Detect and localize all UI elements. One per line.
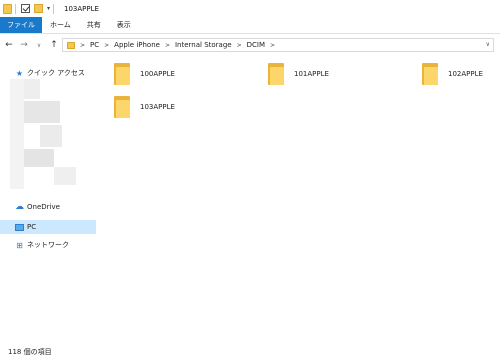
folder-item[interactable]: 103APPLE [114, 92, 175, 122]
sidebar-item-label: OneDrive [27, 203, 60, 211]
chevron-right-icon[interactable]: > [165, 42, 170, 49]
folder-icon [3, 3, 12, 14]
folder-item[interactable]: 100APPLE [114, 59, 175, 89]
breadcrumb-pc[interactable]: PC [90, 41, 99, 49]
ribbon-tabs: ファイル ホーム 共有 表示 [0, 17, 500, 34]
tab-file[interactable]: ファイル [0, 17, 42, 33]
chevron-right-icon[interactable]: > [270, 42, 275, 49]
separator [15, 3, 16, 14]
folder-icon [114, 63, 130, 85]
title-bar: ▾ 103APPLE [0, 0, 500, 17]
navigation-pane: ★ クイック アクセス ☁ OneDrive PC ⊞ ネットワーク [0, 56, 96, 342]
up-arrow-icon[interactable]: ↑ [48, 39, 60, 51]
folder-icon [67, 41, 75, 49]
folder-name: 102APPLE [448, 70, 483, 78]
cloud-icon: ☁ [15, 202, 24, 212]
sidebar-item-label: PC [27, 223, 37, 231]
separator [53, 3, 55, 14]
forward-arrow-icon[interactable]: → [18, 39, 30, 51]
navigation-bar: ← → ∨ ↑ > PC > Apple iPhone > Internal S… [0, 34, 500, 56]
folder-item[interactable]: 102APPLE [422, 59, 483, 89]
folder-icon [114, 96, 130, 118]
recent-locations-icon[interactable]: ∨ [33, 39, 45, 51]
breadcrumb-internal-storage[interactable]: Internal Storage [175, 41, 232, 49]
star-icon: ★ [15, 68, 24, 78]
folder-icon [268, 63, 284, 85]
chevron-right-icon[interactable]: > [104, 42, 109, 49]
chevron-right-icon[interactable]: > [237, 42, 242, 49]
tab-view[interactable]: 表示 [109, 17, 139, 33]
computer-icon [15, 223, 24, 232]
tab-home[interactable]: ホーム [42, 17, 79, 33]
properties-icon[interactable] [21, 4, 30, 13]
folder-name: 100APPLE [140, 70, 175, 78]
file-list: 100APPLE 101APPLE 102APPLE 103APPLE [96, 56, 500, 342]
back-arrow-icon[interactable]: ← [3, 39, 15, 51]
address-bar[interactable]: > PC > Apple iPhone > Internal Storage >… [62, 38, 494, 52]
chevron-down-icon[interactable]: ∨ [486, 41, 490, 48]
sidebar-item-label: ネットワーク [27, 241, 69, 249]
sidebar-item-network[interactable]: ⊞ ネットワーク [0, 238, 96, 252]
folder-icon [422, 63, 438, 85]
network-icon: ⊞ [16, 240, 23, 250]
item-count: 118 個の項目 [8, 348, 52, 356]
sidebar-item-label: クイック アクセス [27, 69, 85, 77]
sidebar-item-pc[interactable]: PC [0, 220, 96, 234]
folder-item[interactable]: 101APPLE [268, 59, 329, 89]
customize-toolbar-icon[interactable]: ▾ [47, 5, 50, 12]
sidebar-item-onedrive[interactable]: ☁ OneDrive [0, 200, 96, 214]
tab-share[interactable]: 共有 [79, 17, 109, 33]
window-title: 103APPLE [64, 4, 99, 13]
folder-name: 103APPLE [140, 103, 175, 111]
folder-name: 101APPLE [294, 70, 329, 78]
breadcrumb-dcim[interactable]: DCIM [247, 41, 265, 49]
new-folder-icon[interactable] [34, 4, 43, 13]
chevron-right-icon[interactable]: > [80, 42, 85, 49]
breadcrumb-apple-iphone[interactable]: Apple iPhone [114, 41, 160, 49]
status-bar: 118 個の項目 [0, 343, 500, 361]
sidebar-item-quick-access[interactable]: ★ クイック アクセス [0, 66, 96, 80]
blurred-pinned-items [10, 79, 76, 189]
